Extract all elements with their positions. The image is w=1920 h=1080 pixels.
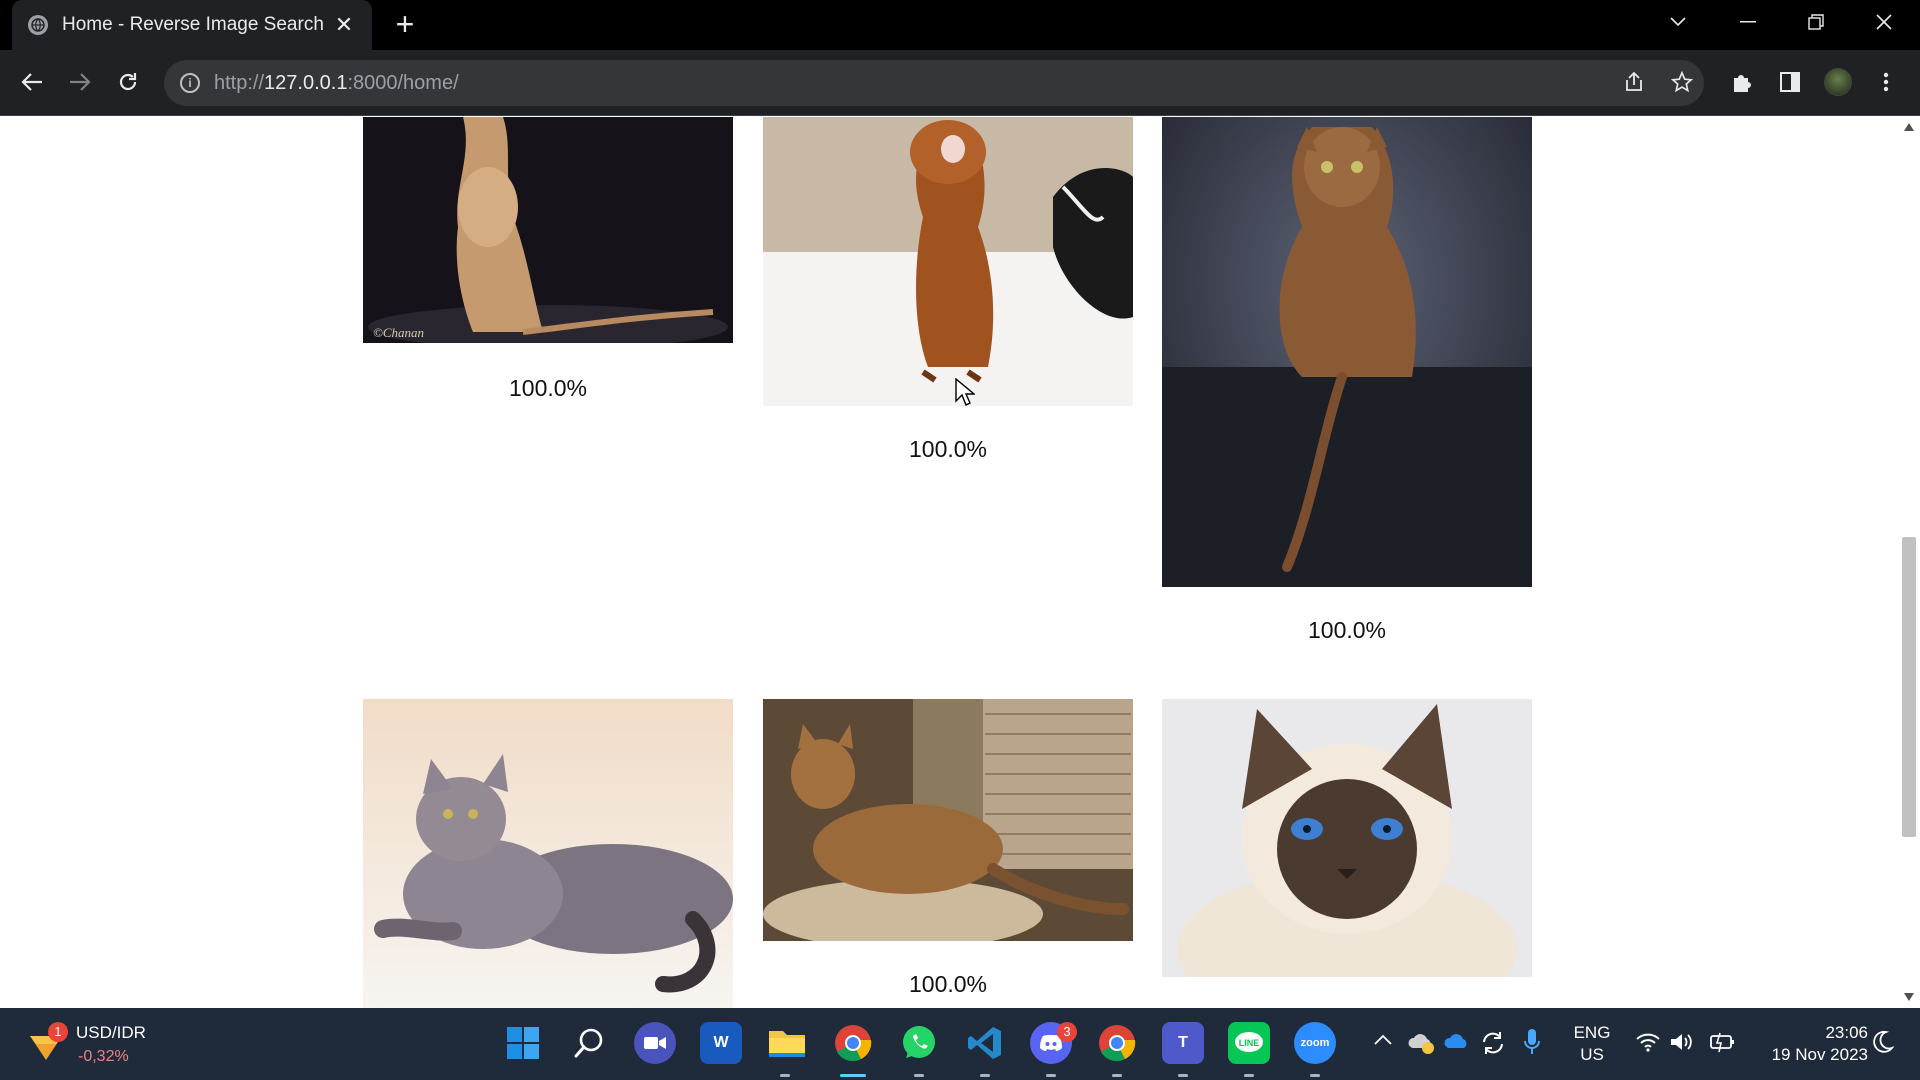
sync-icon[interactable] — [1480, 1030, 1506, 1061]
chevron-down-icon[interactable] — [1648, 0, 1708, 44]
line-icon[interactable]: LINE — [1228, 1022, 1270, 1064]
close-icon[interactable]: ✕ — [332, 12, 356, 38]
result-card[interactable] — [363, 699, 733, 1008]
running-indicator — [780, 1074, 790, 1077]
tab-title: Home - Reverse Image Search — [62, 14, 324, 35]
volume-icon[interactable] — [1670, 1032, 1694, 1057]
meet-icon[interactable] — [634, 1022, 676, 1064]
page-scrollbar[interactable] — [1898, 117, 1920, 1008]
result-card[interactable]: 100.0% — [763, 117, 1133, 462]
discord-badge: 3 — [1057, 1022, 1077, 1042]
info-icon[interactable]: i — [180, 73, 200, 93]
vscode-icon[interactable] — [964, 1022, 1006, 1064]
browser-titlebar: Home - Reverse Image Search ✕ + — [0, 0, 1920, 50]
globe-icon — [28, 15, 48, 35]
battery-icon[interactable] — [1710, 1030, 1736, 1059]
photographer-signature: ©Chanan — [373, 325, 424, 340]
search-icon[interactable] — [568, 1022, 610, 1064]
running-indicator — [1244, 1074, 1254, 1077]
similarity-score: 100.0% — [1307, 617, 1386, 643]
language-indicator[interactable]: ENG US — [1568, 1022, 1616, 1066]
address-bar[interactable]: i http://127.0.0.1:8000/home/ — [164, 60, 1704, 106]
share-icon[interactable] — [1616, 64, 1652, 100]
running-indicator — [980, 1074, 990, 1077]
result-card[interactable]: ©Chanan 100.0% — [363, 117, 733, 401]
window-close-icon[interactable] — [1854, 0, 1914, 44]
windows-start-icon[interactable] — [502, 1022, 544, 1064]
running-indicator — [1046, 1074, 1056, 1077]
whatsapp-icon[interactable] — [898, 1022, 940, 1064]
reload-icon[interactable] — [110, 64, 146, 100]
windows-taskbar: 1 USD/IDR -0,32% W 3 T LINE zoom ENG US … — [0, 1008, 1920, 1080]
result-image[interactable] — [363, 699, 733, 1008]
url-text: http://127.0.0.1:8000/home/ — [214, 71, 459, 94]
chrome-profile-icon[interactable] — [1096, 1022, 1138, 1064]
widget-value: -0,32% — [78, 1048, 129, 1065]
similarity-score: 100.0% — [908, 971, 987, 997]
word-icon[interactable]: W — [700, 1022, 742, 1064]
result-image[interactable] — [763, 699, 1133, 949]
clock[interactable]: 23:06 19 Nov 2023 — [1748, 1022, 1868, 1066]
result-image[interactable]: ©Chanan — [363, 117, 733, 349]
chrome-icon[interactable] — [832, 1022, 874, 1064]
results-page: ©Chanan 100.0% 100.0% 100.0% 100.0% — [0, 117, 1898, 1008]
forward-arrow-icon[interactable] — [62, 64, 98, 100]
running-indicator — [1310, 1074, 1320, 1077]
result-image[interactable] — [763, 117, 1133, 406]
result-card[interactable] — [1162, 699, 1532, 1008]
similarity-score: 100.0% — [908, 436, 987, 462]
result-card[interactable]: 100.0% — [763, 699, 1133, 997]
teams-icon[interactable]: T — [1162, 1022, 1204, 1064]
running-indicator — [1178, 1074, 1188, 1077]
cloud-warning-icon[interactable] — [1408, 1030, 1436, 1059]
wifi-icon[interactable] — [1636, 1032, 1660, 1057]
chevron-up-icon[interactable] — [1374, 1032, 1392, 1050]
kebab-menu-icon[interactable] — [1868, 64, 1904, 100]
browser-toolbar: i http://127.0.0.1:8000/home/ — [0, 50, 1920, 116]
plus-icon[interactable]: + — [388, 8, 422, 42]
focus-moon-icon[interactable] — [1872, 1030, 1895, 1059]
widget-title[interactable]: USD/IDR — [76, 1022, 146, 1044]
microphone-icon[interactable] — [1524, 1028, 1540, 1061]
widget-badge: 1 — [48, 1022, 68, 1042]
svg-text:LINE: LINE — [1239, 1038, 1260, 1048]
star-icon[interactable] — [1664, 64, 1700, 100]
scroll-down-icon[interactable] — [1904, 993, 1914, 1001]
avatar[interactable] — [1820, 64, 1856, 100]
puzzle-icon[interactable] — [1724, 64, 1760, 100]
onedrive-icon[interactable] — [1444, 1030, 1472, 1055]
running-indicator — [914, 1074, 924, 1077]
similarity-score: 100.0% — [508, 375, 587, 401]
result-image[interactable] — [1162, 117, 1532, 587]
result-card[interactable]: 100.0% — [1162, 117, 1532, 643]
sidepanel-icon[interactable] — [1772, 64, 1808, 100]
back-arrow-icon[interactable] — [14, 64, 50, 100]
result-image[interactable] — [1162, 699, 1532, 1008]
chrome-active-indicator — [840, 1074, 866, 1077]
file-explorer-icon[interactable] — [766, 1022, 808, 1064]
running-indicator — [1112, 1074, 1122, 1077]
scrollbar-thumb[interactable] — [1902, 537, 1916, 837]
browser-tab[interactable]: Home - Reverse Image Search ✕ — [12, 0, 372, 50]
scroll-up-icon[interactable] — [1904, 123, 1914, 131]
minimize-icon[interactable] — [1718, 0, 1778, 44]
restore-icon[interactable] — [1786, 0, 1846, 44]
mouse-cursor-icon — [955, 378, 975, 406]
zoom-icon[interactable]: zoom — [1294, 1022, 1336, 1064]
